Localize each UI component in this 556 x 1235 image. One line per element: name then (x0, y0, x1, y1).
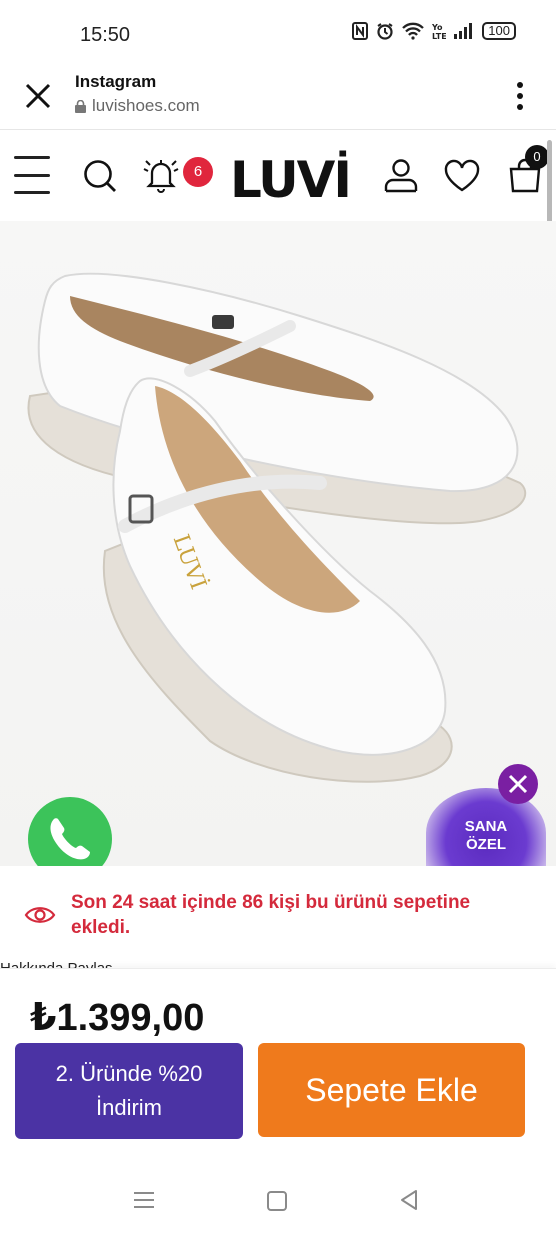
social-proof-notice: Son 24 saat içinde 86 kişi bu ürünü sepe… (0, 866, 556, 968)
recents-icon[interactable] (133, 1191, 155, 1209)
status-bar: 15:50 Yo LTE 100 (0, 0, 556, 62)
social-proof-text: Son 24 saat içinde 86 kişi bu ürünü sepe… (71, 892, 471, 938)
notifications-button[interactable] (140, 155, 182, 195)
product-image[interactable]: LUVİ (0, 221, 556, 866)
back-icon[interactable] (398, 1189, 420, 1211)
favorites-button[interactable] (443, 159, 481, 193)
purchase-bar: ₺1.399,00 2. Üründe %20 İndirim Sepete E… (0, 968, 556, 1164)
browser-title: Instagram (75, 72, 157, 91)
special-offer-line1: SANA (464, 818, 508, 835)
heart-icon (444, 159, 480, 192)
cart-count-badge: 0 (525, 145, 549, 169)
site-logo[interactable]: LUVİ (230, 154, 352, 206)
alarm-icon (377, 23, 393, 40)
site-header: 6 LUVİ 0 (0, 131, 556, 221)
system-navigation-bar (0, 1164, 556, 1235)
search-button[interactable] (82, 158, 118, 194)
eye-icon (24, 907, 56, 923)
battery-icon: 100 (482, 22, 516, 40)
browser-url-text: luvishoes.com (92, 96, 200, 115)
close-icon (508, 774, 528, 794)
svg-text:Yo: Yo (432, 23, 443, 32)
lock-icon (75, 99, 86, 113)
volte-icon: YoLTE (432, 23, 446, 40)
browser-url: luvishoes.com (75, 96, 200, 116)
notification-count-badge: 6 (183, 157, 213, 187)
account-button[interactable] (383, 157, 419, 193)
wifi-icon (402, 22, 425, 40)
status-time: 15:50 (80, 24, 131, 46)
search-icon (84, 160, 116, 192)
bell-icon (143, 160, 179, 193)
user-icon (384, 159, 418, 193)
browser-header: Instagram luvishoes.com (0, 62, 556, 130)
close-icon (25, 83, 51, 109)
kebab-menu-icon (517, 82, 523, 88)
svg-text:LTE: LTE (432, 32, 446, 40)
close-button[interactable] (18, 76, 58, 116)
browser-menu-button[interactable] (510, 76, 530, 116)
second-item-discount-button[interactable]: 2. Üründe %20 İndirim (15, 1043, 243, 1139)
product-price: ₺1.399,00 (30, 997, 205, 1039)
special-offer-line2: ÖZEL (466, 836, 506, 853)
signal-icon (454, 23, 473, 39)
hamburger-menu-button[interactable] (14, 156, 50, 194)
special-offer-close-button[interactable] (498, 764, 538, 804)
home-icon[interactable] (267, 1191, 287, 1211)
shoes-illustration: LUVİ (27, 272, 527, 783)
discount-button-label: 2. Üründe %20 İndirim (55, 1061, 203, 1120)
nfc-icon (352, 22, 369, 40)
add-to-cart-button[interactable]: Sepete Ekle (258, 1043, 525, 1137)
status-icons: Yo LTE 100 (352, 22, 516, 40)
